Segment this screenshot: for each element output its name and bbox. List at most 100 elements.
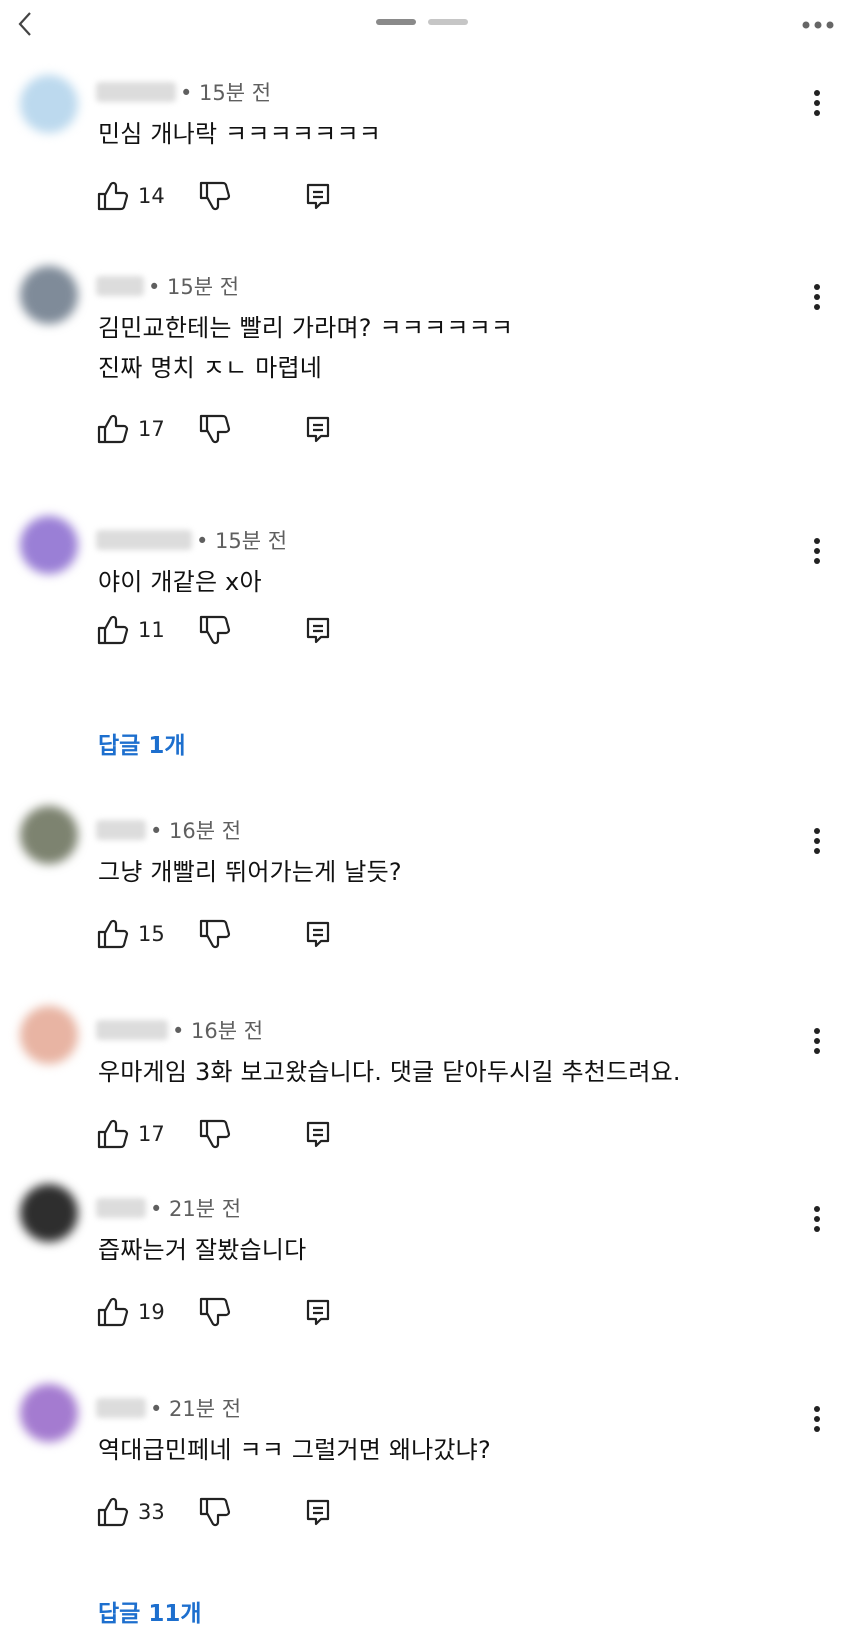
author-name-blurred[interactable] [96, 1020, 168, 1040]
thumbs-down-icon [199, 1119, 231, 1149]
comment-text: 역대급민페네 ㅋㅋ 그럴거면 왜나갔냐? [98, 1436, 491, 1464]
thumbs-up-icon [97, 414, 129, 444]
reply-button[interactable] [304, 919, 332, 949]
more-vertical-icon [814, 538, 820, 564]
like-button[interactable]: 19 [96, 1297, 198, 1327]
dislike-button[interactable] [198, 1497, 232, 1527]
comment-actions: 14 [96, 178, 332, 214]
avatar[interactable] [20, 1184, 78, 1242]
like-button[interactable]: 33 [96, 1497, 198, 1527]
reply-icon [306, 1121, 330, 1148]
thumbs-down-icon [199, 1297, 231, 1327]
reply-button[interactable] [304, 181, 332, 211]
comment-actions: 33 [96, 1494, 332, 1530]
author-name-blurred[interactable] [96, 1198, 146, 1218]
like-button[interactable]: 15 [96, 919, 198, 949]
comment-menu-button[interactable] [802, 1202, 832, 1236]
view-replies-link[interactable]: 답글 11개 [98, 1594, 202, 1628]
dislike-button[interactable] [198, 919, 232, 949]
comment-item: • 16분 전 우마게임 3화 보고왔습니다. 댓글 닫아두시길 추천드려요. … [0, 1006, 850, 1170]
more-vertical-icon [814, 1406, 820, 1432]
reply-icon [306, 416, 330, 443]
reply-icon [306, 921, 330, 948]
like-count: 17 [138, 1122, 165, 1146]
thumbs-down-icon [199, 181, 231, 211]
thumbs-up-icon [97, 1497, 129, 1527]
comment-menu-button[interactable] [802, 824, 832, 858]
author-name-blurred[interactable] [96, 82, 176, 102]
dislike-button[interactable] [198, 181, 232, 211]
reply-icon [306, 1299, 330, 1326]
like-button[interactable]: 17 [96, 414, 198, 444]
comment-actions: 19 [96, 1294, 332, 1330]
avatar[interactable] [20, 1384, 78, 1442]
avatar[interactable] [20, 516, 78, 574]
thumbs-up-icon [97, 919, 129, 949]
like-button[interactable]: 11 [96, 615, 198, 645]
page-indicator [376, 19, 468, 25]
reply-icon [306, 183, 330, 210]
comment-time: • 15분 전 [180, 81, 272, 105]
thumbs-up-icon [97, 181, 129, 211]
avatar[interactable] [20, 806, 78, 864]
reply-icon [306, 1499, 330, 1526]
comment-item: • 21분 전 역대급민페네 ㅋㅋ 그럴거면 왜나갔냐? 33 답글 11개 [0, 1384, 850, 1638]
comment-time: • 21분 전 [150, 1197, 242, 1221]
comment-text: 야이 개같은 x아 [98, 568, 262, 596]
comment-text: 민심 개나락 ㅋㅋㅋㅋㅋㅋㅋ [98, 120, 382, 148]
thumbs-up-icon [97, 1297, 129, 1327]
author-name-blurred[interactable] [96, 276, 144, 296]
reply-button[interactable] [304, 615, 332, 645]
dislike-button[interactable] [198, 615, 232, 645]
author-name-blurred[interactable] [96, 1398, 146, 1418]
comment-time: • 15분 전 [196, 529, 288, 553]
author-name-blurred[interactable] [96, 530, 192, 550]
dislike-button[interactable] [198, 1297, 232, 1327]
reply-button[interactable] [304, 414, 332, 444]
comment-meta: • 15분 전 [96, 78, 271, 106]
comment-time: • 15분 전 [148, 275, 240, 299]
reply-icon [306, 617, 330, 644]
page-indicator-dot-active [376, 19, 416, 25]
comment-meta: • 15분 전 [96, 272, 239, 300]
like-button[interactable]: 14 [96, 181, 198, 211]
comment-menu-button[interactable] [802, 1024, 832, 1058]
more-options-button[interactable] [798, 10, 838, 40]
top-bar [0, 0, 850, 50]
comment-meta: • 21분 전 [96, 1194, 241, 1222]
comment-menu-button[interactable] [802, 280, 832, 314]
comment-menu-button[interactable] [802, 534, 832, 568]
more-vertical-icon [814, 90, 820, 116]
thumbs-up-icon [97, 615, 129, 645]
back-button[interactable] [10, 8, 40, 40]
comment-text: 우마게임 3화 보고왔습니다. 댓글 닫아두시길 추천드려요. [98, 1058, 681, 1086]
dislike-button[interactable] [198, 1119, 232, 1149]
avatar[interactable] [20, 75, 78, 133]
like-button[interactable]: 17 [96, 1119, 198, 1149]
avatar[interactable] [20, 1006, 78, 1064]
comment-item: • 15분 전 민심 개나락 ㅋㅋㅋㅋㅋㅋㅋ 14 [0, 72, 850, 232]
like-count: 15 [138, 922, 165, 946]
reply-button[interactable] [304, 1497, 332, 1527]
comment-actions: 15 [96, 916, 332, 952]
more-vertical-icon [814, 284, 820, 310]
like-count: 14 [138, 184, 165, 208]
reply-button[interactable] [304, 1119, 332, 1149]
comment-meta: • 16분 전 [96, 816, 241, 844]
comment-time: • 21분 전 [150, 1397, 242, 1421]
avatar[interactable] [20, 266, 78, 324]
author-name-blurred[interactable] [96, 820, 146, 840]
thumbs-down-icon [199, 1497, 231, 1527]
comment-menu-button[interactable] [802, 86, 832, 120]
comment-actions: 17 [96, 411, 332, 447]
comment-time: • 16분 전 [150, 819, 242, 843]
like-count: 19 [138, 1300, 165, 1324]
more-vertical-icon [814, 1028, 820, 1054]
comment-menu-button[interactable] [802, 1402, 832, 1436]
view-replies-link[interactable]: 답글 1개 [98, 726, 186, 760]
like-count: 11 [138, 618, 165, 642]
like-count: 33 [138, 1500, 165, 1524]
page-indicator-dot [428, 19, 468, 25]
dislike-button[interactable] [198, 414, 232, 444]
reply-button[interactable] [304, 1297, 332, 1327]
